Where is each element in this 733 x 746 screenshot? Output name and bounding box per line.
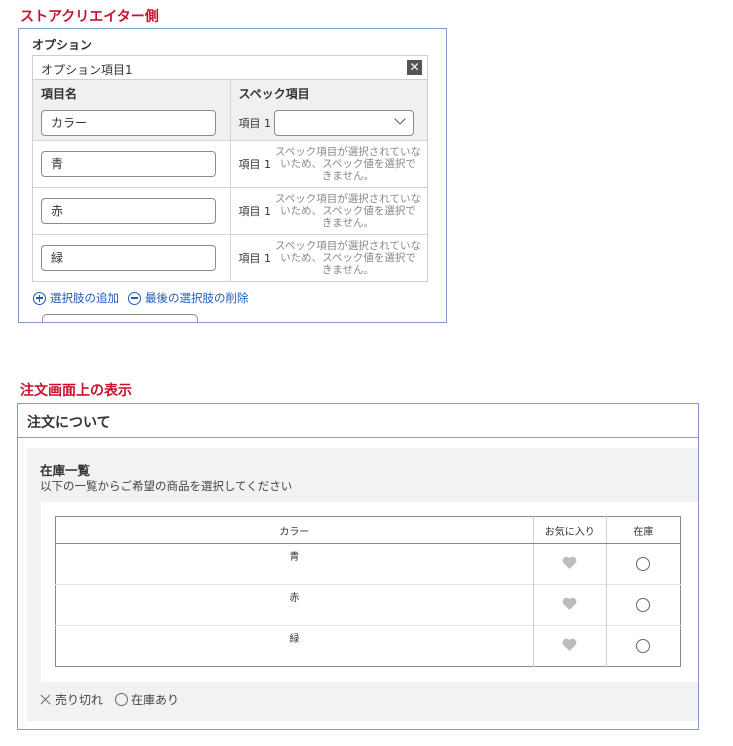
col-spec-header: スペック項目 (230, 80, 427, 107)
option-row: 青 項目 1 スペック項目が選択されていないため、スペック値を選択できません。 (33, 139, 427, 187)
stock-radio[interactable] (636, 598, 651, 612)
legend-sold-out: 売り切れ (40, 691, 103, 708)
table-row: 青 (56, 543, 681, 585)
order-screen-frame: 注文について 在庫一覧 以下の一覧からご希望の商品を選択してください カラー お… (17, 403, 699, 730)
remove-last-choice-label: 最後の選択肢の削除 (145, 291, 249, 305)
options-label: オプション (32, 38, 93, 52)
order-section-heading: 注文画面上の表示 (20, 383, 132, 399)
spec-item-label: 項目 1 (238, 117, 272, 131)
col-color-header: カラー (55, 516, 534, 544)
color-name: 緑 (289, 634, 300, 645)
creator-section-heading: ストアクリエイター側 (20, 9, 159, 25)
stock-list-title: 在庫一覧 (40, 463, 91, 478)
choice-name-input[interactable]: 緑 (41, 244, 216, 271)
minus-circle-icon (128, 291, 141, 305)
table-row: 緑 (55, 625, 681, 667)
stock-table: カラー お気に入り 在庫 青 赤 緑 (55, 516, 681, 667)
legend-in-stock: 在庫あり (115, 691, 179, 708)
divider (18, 437, 698, 438)
option-spec-table: 項目名 スペック項目 カラー 項目 1 青 項目 1 スペック項目が選択されてい… (33, 80, 427, 281)
chevron-down-icon (394, 113, 406, 125)
option-row: カラー 項目 1 (33, 107, 427, 140)
spec-item-select[interactable] (274, 110, 414, 137)
order-title: 注文について (27, 415, 111, 431)
remove-last-choice-link[interactable]: 最後の選択肢の削除 (128, 290, 249, 306)
color-name: 赤 (289, 593, 300, 604)
add-choice-label: 選択肢の追加 (50, 291, 119, 305)
stock-legend: 売り切れ 在庫あり (40, 691, 191, 708)
option-item-panel: オプション項目1 ✕ 項目名 スペック項目 カラー 項目 1 青 項目 1 スペ… (32, 55, 428, 282)
cross-icon (40, 694, 51, 705)
option-item-header: オプション項目1 ✕ (33, 56, 427, 80)
spec-unavailable-message: スペック項目が選択されていないため、スペック値を選択できません。 (275, 145, 421, 182)
close-icon[interactable]: ✕ (407, 60, 422, 75)
heart-icon[interactable] (562, 638, 577, 651)
spec-item-label: 項目 1 (238, 157, 272, 171)
choice-name-input[interactable]: 赤 (41, 197, 216, 224)
heart-icon[interactable] (562, 597, 577, 610)
table-row: 赤 (55, 584, 681, 626)
col-stock-header: 在庫 (605, 516, 681, 544)
option-row: 緑 項目 1 スペック項目が選択されていないため、スペック値を選択できません。 (33, 233, 427, 281)
add-choice-link[interactable]: 選択肢の追加 (33, 290, 119, 306)
col-item-name-header: 項目名 (33, 80, 231, 107)
item-name-input[interactable]: カラー (41, 110, 216, 137)
option-row: 赤 項目 1 スペック項目が選択されていないため、スペック値を選択できません。 (33, 186, 427, 234)
spec-item-label: 項目 1 (238, 251, 272, 265)
cropped-button[interactable] (42, 314, 198, 322)
stock-list-subtitle: 以下の一覧からご希望の商品を選択してください (40, 479, 293, 493)
stock-table-container: カラー お気に入り 在庫 青 赤 緑 (41, 502, 698, 682)
choice-name-input[interactable]: 青 (41, 150, 216, 177)
creator-options-frame: オプション オプション項目1 ✕ 項目名 スペック項目 カラー 項目 1 青 項… (18, 28, 447, 323)
legend-sold-out-label: 売り切れ (55, 693, 104, 707)
choice-actions: 選択肢の追加 最後の選択肢の削除 (33, 290, 258, 306)
legend-in-stock-label: 在庫あり (131, 693, 180, 707)
color-name: 青 (289, 552, 300, 563)
circle-icon (115, 693, 129, 706)
stock-radio[interactable] (636, 557, 651, 571)
spec-unavailable-message: スペック項目が選択されていないため、スペック値を選択できません。 (275, 239, 421, 276)
plus-circle-icon (33, 291, 46, 305)
heart-icon[interactable] (562, 556, 577, 569)
spec-unavailable-message: スペック項目が選択されていないため、スペック値を選択できません。 (275, 192, 421, 229)
col-favorite-header: お気に入り (532, 516, 607, 544)
stock-radio[interactable] (636, 639, 651, 653)
spec-item-label: 項目 1 (238, 204, 272, 218)
option-item-title: オプション項目1 (41, 63, 133, 77)
stock-list-area: 在庫一覧 以下の一覧からご希望の商品を選択してください カラー お気に入り 在庫… (27, 448, 698, 721)
